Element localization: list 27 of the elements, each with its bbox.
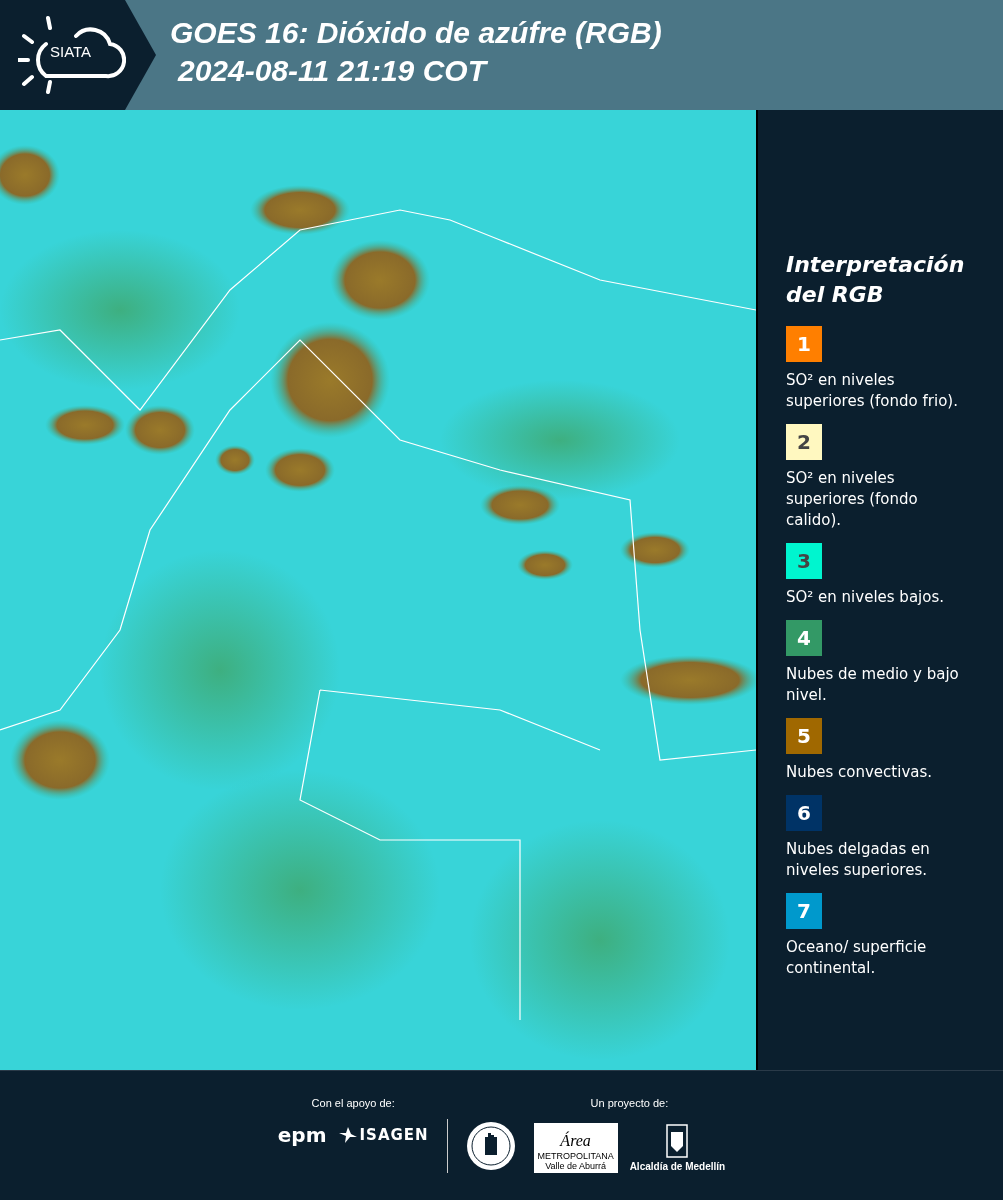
legend-description: SO² en niveles bajos.	[786, 587, 945, 608]
area-metropolitana-logo: Área METROPOLITANA Valle de Aburrá	[533, 1123, 618, 1173]
logo-text: SIATA	[50, 43, 92, 60]
legend-swatch: 4	[786, 620, 822, 656]
legend-swatch: 2	[786, 424, 822, 460]
legend-swatch: 1	[786, 326, 822, 362]
coat-of-arms-icon	[666, 1124, 689, 1158]
legend-swatch: 6	[786, 795, 822, 831]
page-title: GOES 16: Dióxido de azúfre (RGB)	[170, 15, 662, 51]
legend-description: Oceano/ superficie continental.	[786, 937, 928, 979]
legend-swatch: 5	[786, 718, 822, 754]
legend-description: Nubes de medio y bajo nivel.	[786, 664, 960, 706]
sun-cloud-icon	[18, 14, 126, 94]
legend-description: Nubes convectivas.	[786, 762, 934, 783]
legend-description: Nubes delgadas en niveles superiores.	[786, 839, 931, 881]
timestamp: 2024-08-11 21:19 COT	[176, 53, 489, 89]
isagen-logo: ISAGEN	[338, 1126, 429, 1144]
epm-logo: epm	[277, 1123, 327, 1147]
seal-icon	[465, 1121, 516, 1171]
legend-swatch: 3	[786, 543, 822, 579]
legend-title: Interpretación del RGB	[786, 251, 966, 309]
legend-description: SO² en niveles superiores (fondo calido).	[786, 468, 919, 531]
legend-swatch: 7	[786, 893, 822, 929]
alcaldia-logo-text: Alcaldía de Medellín	[629, 1161, 726, 1172]
support-label: Con el apoyo de:	[311, 1097, 395, 1109]
legend-description: SO² en niveles superiores (fondo frio).	[786, 370, 959, 412]
project-label: Un proyecto de:	[590, 1097, 669, 1109]
